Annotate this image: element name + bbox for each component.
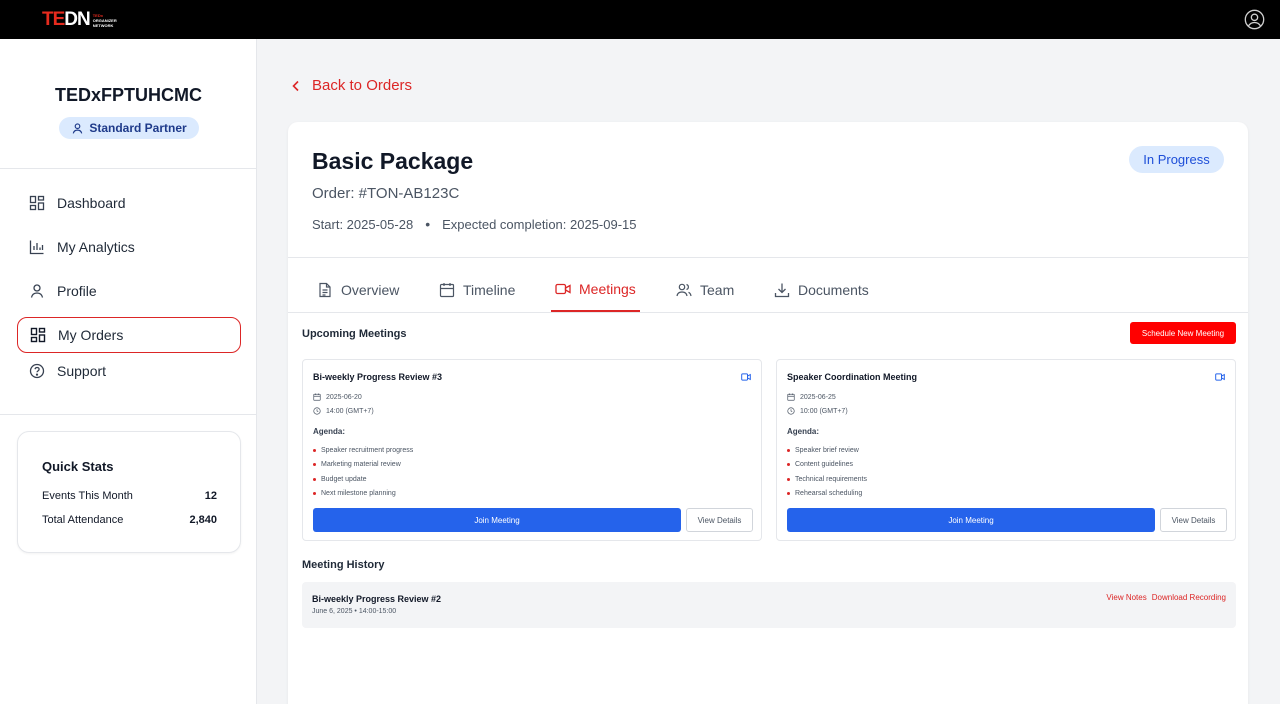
upcoming-meetings-title: Upcoming Meetings xyxy=(302,328,407,340)
agenda-item: Rehearsal scheduling xyxy=(787,487,867,502)
expected-completion: Expected completion: 2025-09-15 xyxy=(442,216,637,232)
agenda-item: Budget update xyxy=(313,472,413,487)
agenda-item: Marketing material review xyxy=(313,458,413,473)
bar-chart-icon xyxy=(29,240,44,255)
download-recording-link[interactable]: Download Recording xyxy=(1152,593,1226,602)
agenda-item: Technical requirements xyxy=(787,472,867,487)
order-id: Order: #TON-AB123C xyxy=(312,185,460,202)
org-name: TEDxFPTUHCMC xyxy=(55,85,202,105)
orders-icon xyxy=(30,327,46,343)
ton-logo[interactable]: TEDN TEDx ORGANIZER NETWORK xyxy=(42,9,117,31)
sidebar-item-dashboard[interactable]: Dashboard xyxy=(17,185,241,221)
sidebar-item-support[interactable]: Support xyxy=(17,353,241,389)
video-icon xyxy=(555,283,571,295)
video-icon[interactable] xyxy=(741,373,751,381)
meeting-title: Bi-weekly Progress Review #3 xyxy=(313,372,443,382)
order-detail-card: Basic Package Order: #TON-AB123C Start: … xyxy=(288,122,1248,704)
view-notes-link[interactable]: View Notes xyxy=(1106,593,1146,602)
meeting-time: 10:00 (GMT+7) xyxy=(787,407,848,415)
history-meeting-title: Bi-weekly Progress Review #2 xyxy=(312,594,442,604)
status-badge: In Progress xyxy=(1129,146,1224,173)
card-divider xyxy=(288,257,1248,258)
stat-value: 12 xyxy=(204,490,217,502)
agenda-item: Speaker brief review xyxy=(787,443,867,458)
meeting-history-title: Meeting History xyxy=(302,559,385,571)
tab-team[interactable]: Team xyxy=(672,268,738,312)
meeting-date: 2025-06-25 xyxy=(787,393,836,401)
agenda-list: Speaker recruitment progress Marketing m… xyxy=(313,443,413,501)
tabs-divider xyxy=(288,312,1248,313)
back-to-orders-link[interactable]: Back to Orders xyxy=(290,77,412,94)
sidebar-item-profile[interactable]: Profile xyxy=(17,273,241,309)
chevron-left-icon xyxy=(292,80,299,91)
tab-timeline[interactable]: Timeline xyxy=(435,268,519,312)
view-details-button[interactable]: View Details xyxy=(1160,508,1227,532)
top-bar: TEDN TEDx ORGANIZER NETWORK xyxy=(0,0,1280,39)
user-icon xyxy=(73,122,83,134)
quick-stats-card: Quick Stats Events This Month 12 Total A… xyxy=(17,431,241,553)
join-meeting-button[interactable]: Join Meeting xyxy=(787,508,1155,532)
calendar-icon xyxy=(439,283,455,298)
stat-label: Events This Month xyxy=(42,490,133,502)
view-details-button[interactable]: View Details xyxy=(686,508,753,532)
tab-documents[interactable]: Documents xyxy=(770,268,873,312)
agenda-list: Speaker brief review Content guidelines … xyxy=(787,443,867,501)
schedule-new-meeting-button[interactable]: Schedule New Meeting xyxy=(1130,322,1236,344)
document-icon xyxy=(319,282,331,298)
agenda-item: Content guidelines xyxy=(787,458,867,473)
meeting-title: Speaker Coordination Meeting xyxy=(787,372,918,382)
sidebar-divider xyxy=(0,168,257,169)
users-icon xyxy=(676,283,692,297)
meeting-card: Bi-weekly Progress Review #3 2025-06-20 … xyxy=(302,359,762,541)
meeting-card: Speaker Coordination Meeting 2025-06-25 … xyxy=(776,359,1236,541)
stat-value: 2,840 xyxy=(189,514,217,526)
sidebar-item-my-orders[interactable]: My Orders xyxy=(17,317,241,353)
agenda-label: Agenda: xyxy=(313,427,345,436)
history-actions: View Notes Download Recording xyxy=(1106,593,1226,602)
tab-meetings[interactable]: Meetings xyxy=(551,268,640,312)
separator-dot: • xyxy=(425,216,431,232)
clock-icon xyxy=(787,407,795,415)
dashboard-icon xyxy=(29,195,45,211)
agenda-item: Speaker recruitment progress xyxy=(313,443,413,458)
calendar-icon xyxy=(787,393,795,401)
meeting-time: 14:00 (GMT+7) xyxy=(313,407,374,415)
agenda-label: Agenda: xyxy=(787,427,819,436)
history-row: Bi-weekly Progress Review #2 June 6, 202… xyxy=(302,582,1236,628)
join-meeting-button[interactable]: Join Meeting xyxy=(313,508,681,532)
quick-stats-title: Quick Stats xyxy=(42,459,114,474)
order-dates: Start: 2025-05-28 • Expected completion:… xyxy=(312,216,637,232)
account-avatar-icon[interactable] xyxy=(1244,9,1265,30)
history-meeting-datetime: June 6, 2025 • 14:00-15:00 xyxy=(312,608,397,615)
tab-overview[interactable]: Overview xyxy=(313,268,403,312)
sidebar-item-my-analytics[interactable]: My Analytics xyxy=(17,229,241,265)
package-title: Basic Package xyxy=(312,148,474,174)
help-circle-icon xyxy=(29,363,45,379)
start-date: Start: 2025-05-28 xyxy=(312,216,414,232)
stat-row: Total Attendance 2,840 xyxy=(42,514,217,526)
meeting-date: 2025-06-20 xyxy=(313,393,362,401)
user-icon xyxy=(30,284,44,298)
download-icon xyxy=(774,283,790,298)
clock-icon xyxy=(313,407,321,415)
sidebar: TEDxFPTUHCMC Standard Partner Dashboard … xyxy=(0,39,257,704)
partner-badge: Standard Partner xyxy=(59,117,199,139)
video-icon[interactable] xyxy=(1215,373,1225,381)
agenda-item: Next milestone planning xyxy=(313,487,413,502)
stat-row: Events This Month 12 xyxy=(42,490,217,502)
sidebar-divider xyxy=(0,414,257,415)
calendar-icon xyxy=(313,393,321,401)
stat-label: Total Attendance xyxy=(42,514,124,526)
